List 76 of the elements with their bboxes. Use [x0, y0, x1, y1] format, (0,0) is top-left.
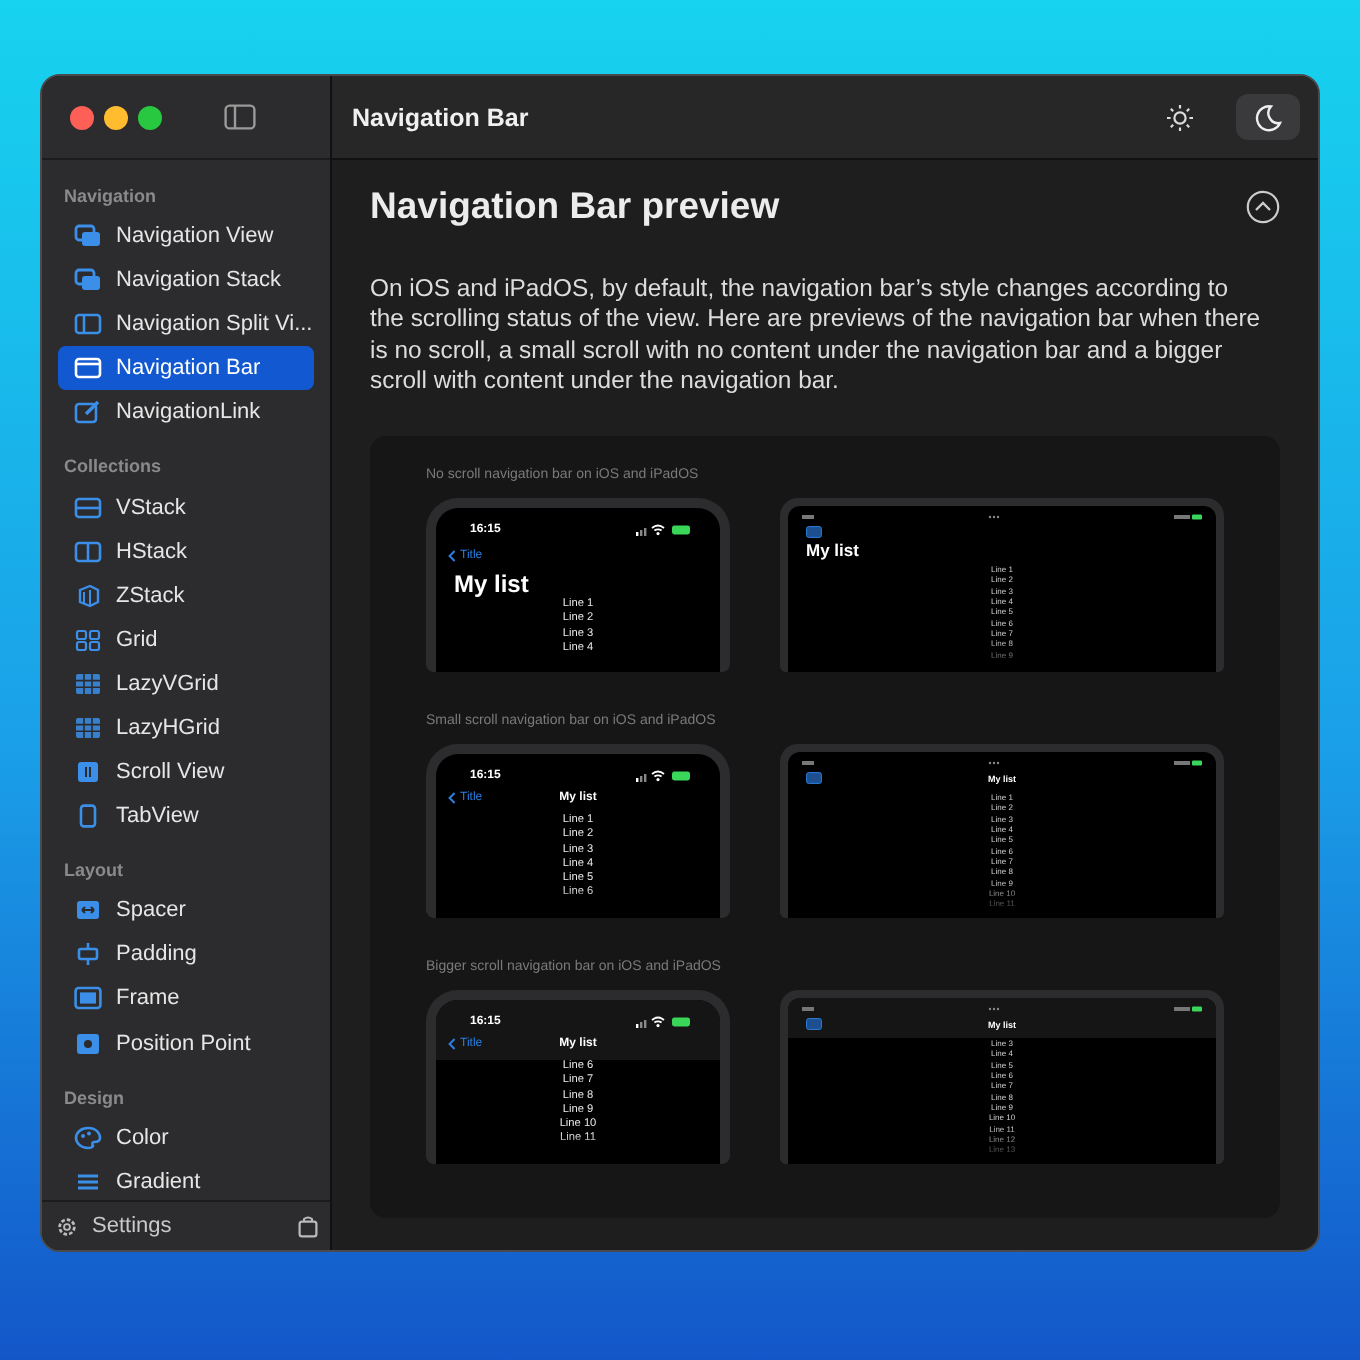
- sidebar-item-icon: [74, 627, 102, 652]
- window-title: Navigation Bar: [352, 103, 531, 131]
- sidebar-item-icon: [74, 1169, 102, 1194]
- section-header: Collections: [62, 456, 164, 477]
- sidebar-toggle-icon[interactable]: [224, 104, 256, 130]
- sidebar-item-icon: [74, 400, 102, 425]
- sidebar-icon: [806, 1018, 822, 1031]
- sidebar-item-icon: [74, 898, 102, 923]
- sidebar-item-icon: [74, 356, 102, 381]
- sidebar-item[interactable]: LazyVGrid: [58, 661, 314, 706]
- more-dots-icon: [988, 1005, 1000, 1012]
- sidebar-item[interactable]: Spacer: [58, 888, 314, 933]
- description: On iOS and iPadOS, by default, the navigation bar’s style changes according to the scrolling status of the view. Here are previews of the navigation bar when there is no scroll, a small scroll with no content under the navigation bar and a bigger scroll with content under the navigation bar.: [370, 274, 1263, 397]
- sidebar-item-icon: [74, 539, 102, 564]
- sidebar-icon: [806, 526, 822, 539]
- sidebar-item-icon: [74, 715, 102, 740]
- sidebar-item[interactable]: Navigation Split Vi...: [58, 302, 314, 347]
- settings-label[interactable]: Settings: [92, 1214, 172, 1238]
- status-time-icon: [802, 513, 814, 520]
- sidebar-item[interactable]: NavigationLink: [58, 390, 314, 435]
- minimize-button[interactable]: [104, 105, 128, 129]
- section-header: Navigation: [62, 186, 159, 206]
- sidebar-item[interactable]: VStack: [58, 484, 314, 530]
- sidebar-item-icon: [74, 760, 102, 785]
- sidebar-item[interactable]: Navigation Stack: [58, 258, 314, 303]
- battery-icon: [1174, 1005, 1202, 1012]
- sidebar-item-icon: [74, 804, 102, 829]
- zoom-button[interactable]: [138, 105, 162, 129]
- battery-icon: [1174, 513, 1202, 520]
- appearance-button[interactable]: [1236, 94, 1300, 140]
- sidebar-item[interactable]: LazyHGrid: [58, 705, 314, 751]
- sidebar-item[interactable]: Navigation Bar: [58, 346, 314, 391]
- back-chevron-icon: [448, 792, 456, 805]
- sidebar-item[interactable]: Scroll View: [58, 750, 314, 795]
- more-dots-icon: [988, 759, 1000, 766]
- palette-icon: [74, 1125, 102, 1150]
- back-chevron-icon: [448, 550, 456, 563]
- sidebar-item[interactable]: HStack: [58, 529, 314, 574]
- sidebar-item-icon: [74, 495, 102, 520]
- battery-icon: [1174, 759, 1202, 766]
- sidebar-item[interactable]: TabView: [58, 794, 314, 839]
- sidebar-item[interactable]: Color: [58, 1115, 314, 1160]
- sidebar-item[interactable]: Position Point: [58, 1021, 314, 1066]
- sidebar-item[interactable]: Frame: [58, 976, 314, 1021]
- status-time-icon: [802, 1005, 814, 1012]
- status-icons: [636, 523, 692, 536]
- collapse-button[interactable]: [1246, 189, 1280, 223]
- close-button[interactable]: [70, 105, 94, 129]
- status-icons: [636, 769, 692, 782]
- back-chevron-icon: [448, 1038, 456, 1051]
- sidebar-item[interactable]: Navigation View: [58, 214, 314, 259]
- sidebar-item-icon: [74, 671, 102, 696]
- sidebar-item-icon: [74, 1031, 102, 1056]
- section-header: Layout: [62, 860, 126, 881]
- bag-icon[interactable]: [298, 1215, 318, 1237]
- sidebar-item-icon: [74, 942, 102, 967]
- section-header: Design: [62, 1087, 127, 1108]
- sidebar-item[interactable]: ZStack: [58, 573, 314, 618]
- sidebar-item-icon: [74, 312, 102, 337]
- sidebar-item-icon: [74, 268, 102, 293]
- large-title: My list: [452, 568, 531, 599]
- moon-icon: [1254, 103, 1282, 131]
- sun-icon: [1166, 103, 1194, 131]
- large-title: My list: [804, 538, 861, 565]
- more-dots-icon: [988, 513, 1000, 520]
- status-time-icon: [802, 759, 814, 766]
- sidebar-item-icon: [74, 224, 102, 249]
- status-icons: [636, 1015, 692, 1028]
- section-heading: Navigation Bar preview: [370, 184, 780, 228]
- sidebar-item-icon: [74, 986, 102, 1011]
- sidebar-icon: [806, 772, 822, 785]
- settings-icon[interactable]: [56, 1215, 78, 1237]
- sidebar-item-icon: [74, 583, 102, 608]
- sidebar-item[interactable]: Padding: [58, 932, 314, 977]
- sidebar-item[interactable]: Gradient: [58, 1159, 314, 1200]
- sidebar-item[interactable]: Grid: [58, 617, 314, 662]
